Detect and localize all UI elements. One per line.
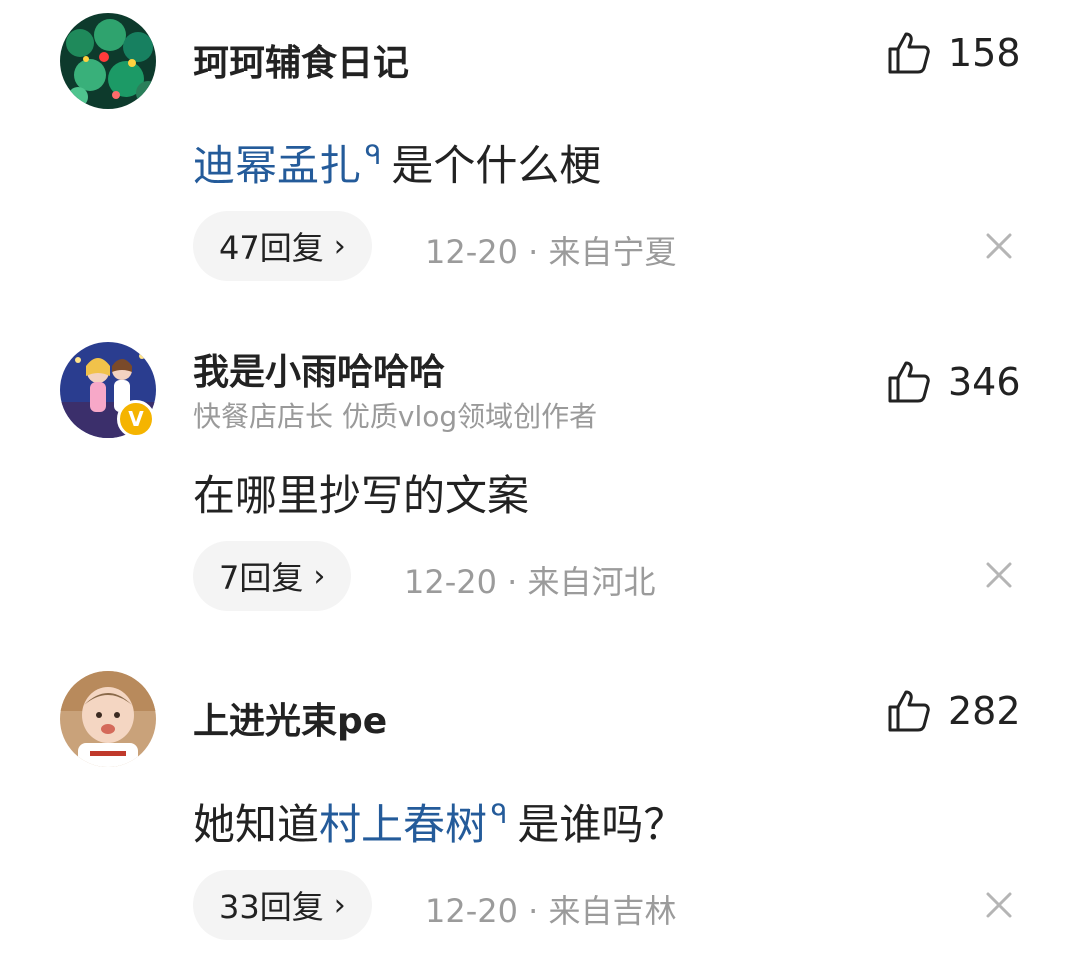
comment-text-body: 是谁吗？ [517, 800, 686, 849]
replies-label: 33回复 [219, 888, 324, 926]
thumbs-up-icon [888, 690, 930, 732]
replies-button[interactable]: 33回复 › [193, 870, 372, 940]
search-hint-icon: ᑫ [491, 800, 508, 830]
comment-item: 上进光束pe 她知道村上春树 ᑫ 是谁吗？ 33回复 › 12-20 · 来自吉林 … [0, 0, 1073, 976]
comment-text-prefix: 她知道 [193, 800, 320, 849]
like-button[interactable]: 282 [886, 688, 1021, 734]
comment-text: 她知道村上春树 ᑫ 是谁吗？ [193, 791, 685, 852]
close-icon[interactable] [982, 888, 1016, 922]
chevron-right-icon: › [333, 887, 346, 923]
avatar[interactable] [60, 671, 156, 767]
comment-meta: 12-20 · 来自吉林 [425, 892, 677, 930]
like-count: 282 [948, 689, 1021, 733]
search-link[interactable]: 村上春树 [319, 800, 487, 849]
username[interactable]: 上进光束pe [193, 692, 387, 744]
